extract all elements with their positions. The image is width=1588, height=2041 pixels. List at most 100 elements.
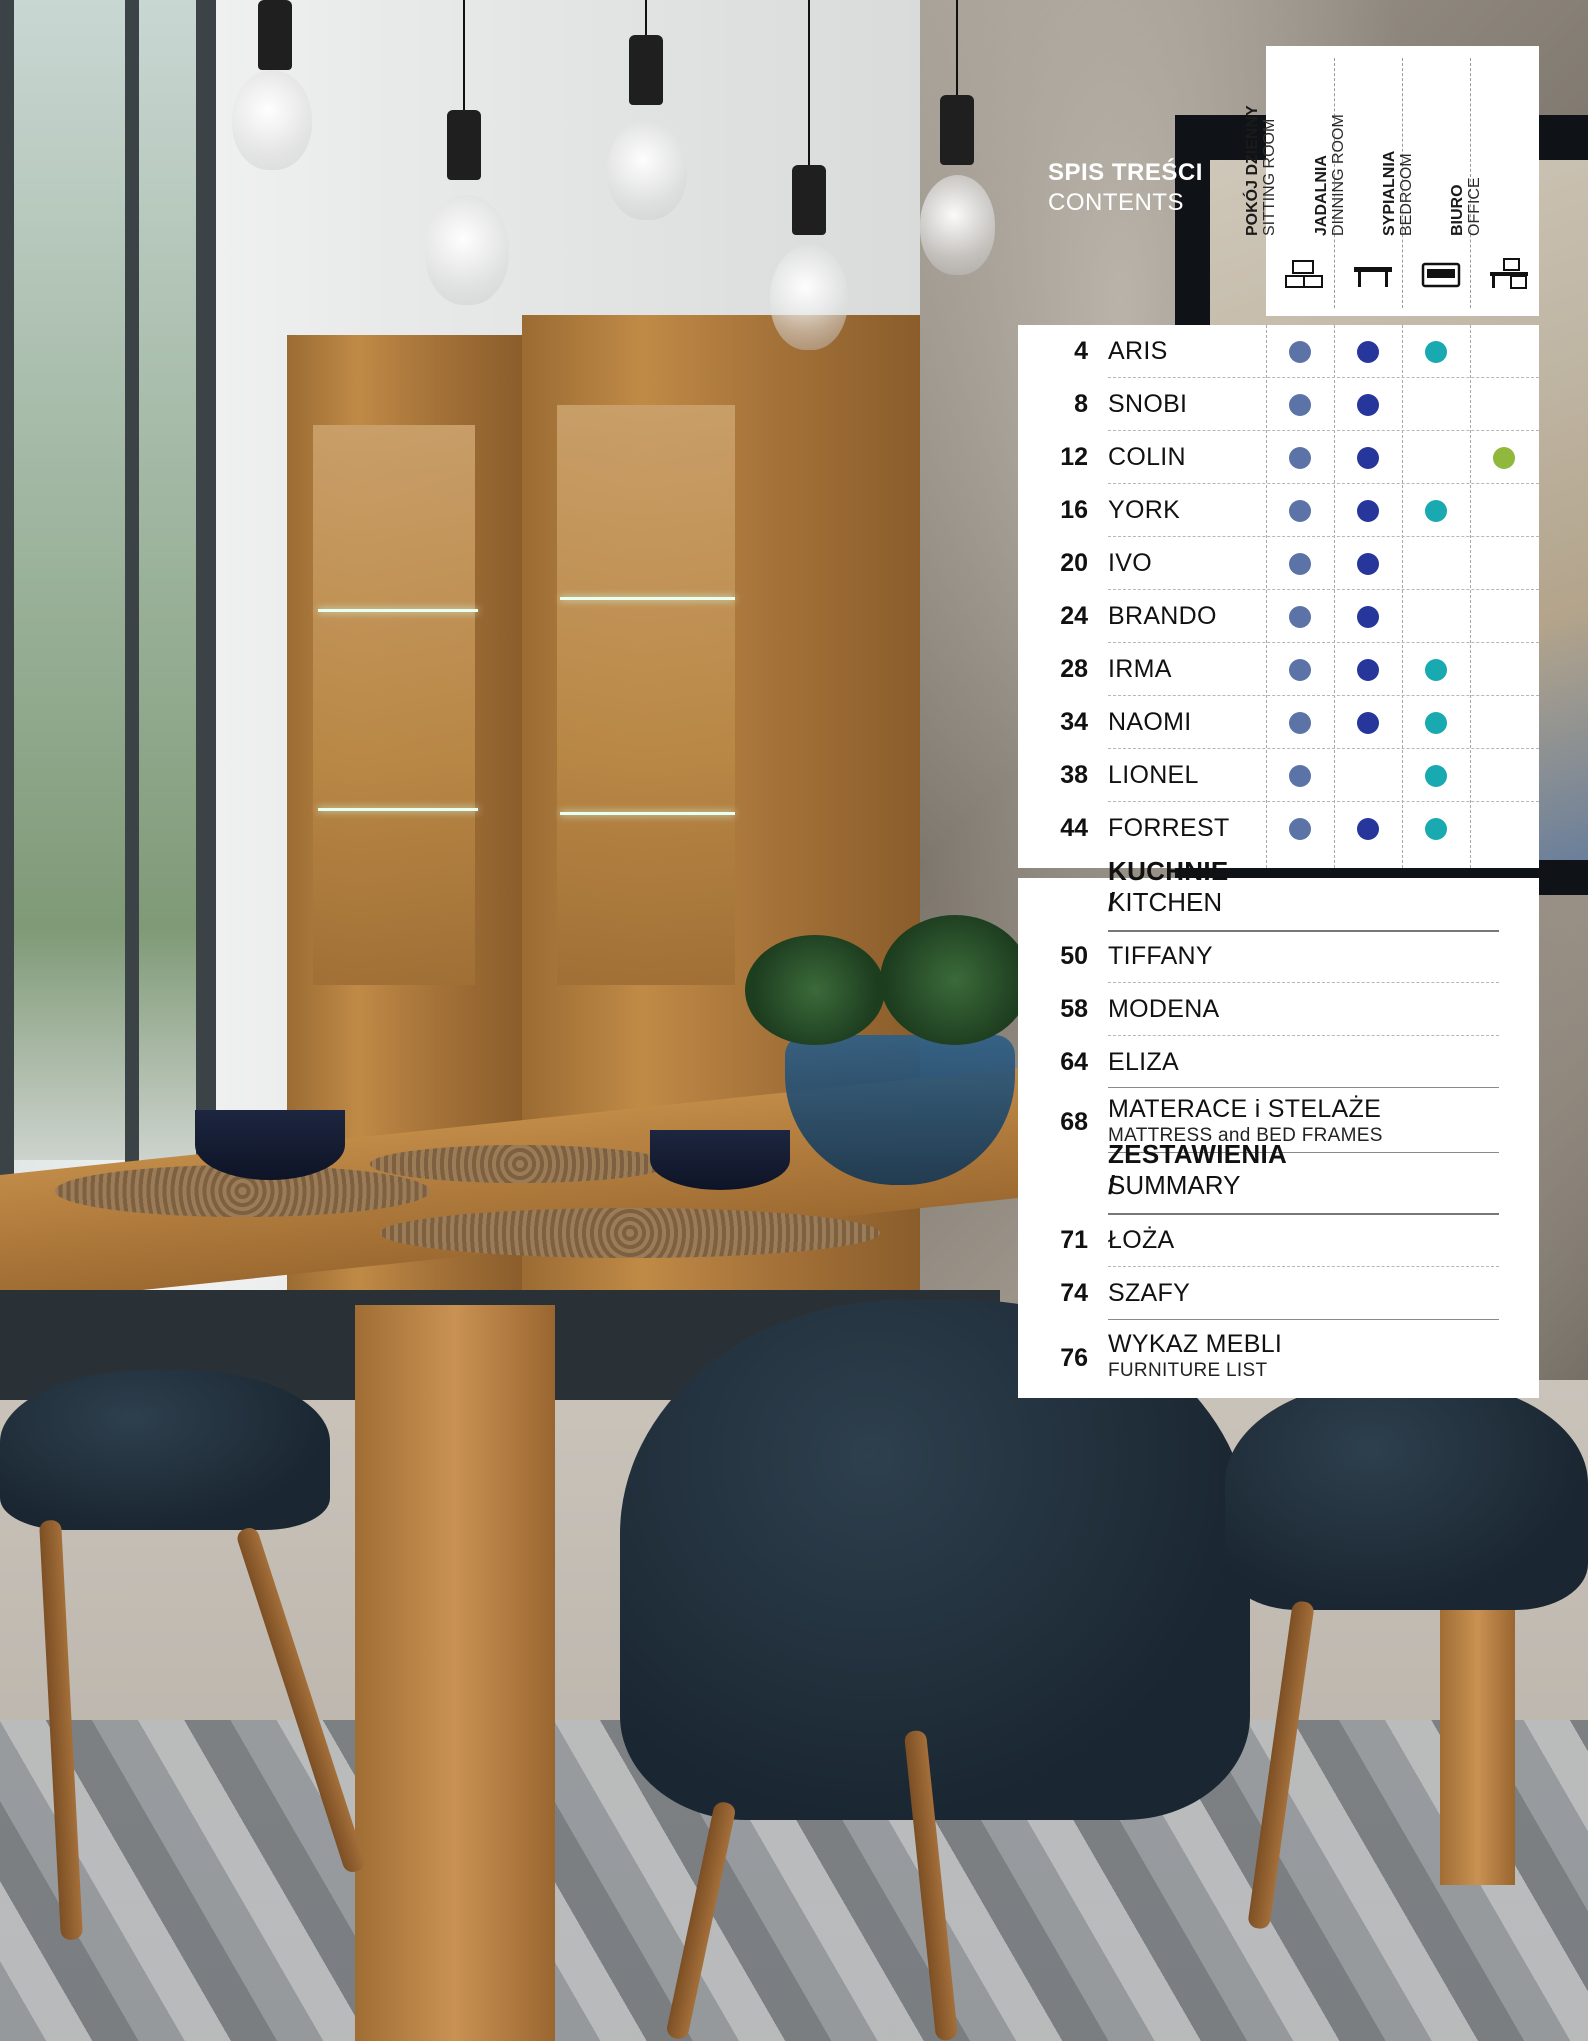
bedroom-dot bbox=[1425, 765, 1447, 787]
plant bbox=[880, 915, 1030, 1045]
page-number: 50 bbox=[1060, 942, 1088, 970]
collection-row[interactable]: 4 ARIS bbox=[1018, 325, 1539, 378]
dinning-room-dot bbox=[1357, 447, 1379, 469]
list-item[interactable]: 64 ELIZA bbox=[1018, 1036, 1539, 1088]
list-item[interactable]: 76 WYKAZ MEBLI FURNITURE LIST bbox=[1018, 1320, 1539, 1390]
collection-name: NAOMI bbox=[1108, 708, 1192, 736]
summary-heading: ZESTAWIENIA / SUMMARY bbox=[1108, 1139, 1499, 1215]
chair-seat bbox=[0, 1370, 330, 1530]
sitting-room-dot bbox=[1289, 712, 1311, 734]
window-frame bbox=[0, 0, 14, 1200]
collections-table: 4 ARIS 8 SNOBI 12 COLIN 16 YORK 20 IVO 24 BRANDO 28 I… bbox=[1018, 325, 1539, 868]
dining-table-icon bbox=[1354, 267, 1392, 287]
list-item[interactable]: 74 SZAFY bbox=[1018, 1267, 1539, 1320]
collection-name: LIONEL bbox=[1108, 761, 1199, 789]
page-number: 34 bbox=[1060, 708, 1088, 736]
page-number: 64 bbox=[1060, 1048, 1088, 1076]
cabinet-glass-door bbox=[313, 425, 475, 985]
sitting-room-dot bbox=[1289, 447, 1311, 469]
page-number: 16 bbox=[1060, 496, 1088, 524]
page-number: 58 bbox=[1060, 995, 1088, 1023]
summary-heading-light: SUMMARY bbox=[1108, 1170, 1241, 1200]
collection-row[interactable]: 12 COLIN bbox=[1018, 431, 1539, 484]
extras-list: KUCHNIE / KITCHEN 50 TIFFANY 58 MODENA 6… bbox=[1018, 856, 1539, 1398]
sitting-room-dot bbox=[1289, 818, 1311, 840]
window-frame bbox=[125, 0, 139, 1200]
item-name: MODENA bbox=[1108, 995, 1220, 1023]
dinning-room-dot bbox=[1357, 341, 1379, 363]
woven-placemat bbox=[370, 1145, 670, 1183]
collection-row[interactable]: 28 IRMA bbox=[1018, 643, 1539, 696]
item-name: SZAFY bbox=[1108, 1279, 1191, 1307]
page-number: 71 bbox=[1060, 1226, 1088, 1254]
page-number: 44 bbox=[1060, 814, 1088, 842]
page-number: 38 bbox=[1060, 761, 1088, 789]
sitting-room-dot bbox=[1289, 659, 1311, 681]
light-bulb bbox=[607, 120, 687, 220]
dinning-room-dot bbox=[1357, 818, 1379, 840]
collection-row[interactable]: 44 FORREST bbox=[1018, 802, 1539, 855]
page-number: 12 bbox=[1060, 443, 1088, 471]
page-number: 76 bbox=[1060, 1344, 1088, 1372]
tv-cabinet-icon bbox=[1285, 260, 1323, 288]
dinning-room-dot bbox=[1357, 712, 1379, 734]
collection-row[interactable]: 8 SNOBI bbox=[1018, 378, 1539, 431]
collection-name: ARIS bbox=[1108, 337, 1168, 365]
item-name: TIFFANY bbox=[1108, 942, 1213, 970]
shelf-light bbox=[318, 808, 478, 811]
kitchen-heading-light: KITCHEN bbox=[1108, 887, 1223, 917]
collection-name: FORREST bbox=[1108, 814, 1230, 842]
list-item[interactable]: 50 TIFFANY bbox=[1018, 930, 1539, 983]
sitting-room-dot bbox=[1289, 553, 1311, 575]
dinning-room-dot bbox=[1357, 553, 1379, 575]
item-name: WYKAZ MEBLI bbox=[1108, 1330, 1283, 1358]
shelf-light bbox=[560, 812, 735, 815]
bulb-cord bbox=[645, 0, 647, 40]
contents-title-en: CONTENTS bbox=[1048, 189, 1184, 216]
plant bbox=[745, 935, 885, 1045]
window bbox=[0, 0, 200, 1160]
woven-placemat bbox=[380, 1208, 880, 1258]
bulb-socket bbox=[447, 110, 481, 180]
light-bulb bbox=[425, 195, 509, 305]
sitting-room-dot bbox=[1289, 606, 1311, 628]
sitting-room-dot bbox=[1289, 341, 1311, 363]
bulb-socket bbox=[629, 35, 663, 105]
dinning-room-dot bbox=[1357, 659, 1379, 681]
collection-row[interactable]: 16 YORK bbox=[1018, 484, 1539, 537]
collection-row[interactable]: 34 NAOMI bbox=[1018, 696, 1539, 749]
category-office: BIURO OFFICE bbox=[1449, 58, 1539, 308]
sitting-room-dot bbox=[1289, 500, 1311, 522]
office-dot bbox=[1493, 447, 1515, 469]
bowl bbox=[195, 1110, 345, 1180]
dinning-room-dot bbox=[1357, 606, 1379, 628]
collection-name: IVO bbox=[1108, 549, 1152, 577]
item-name: MATERACE i STELAŻE bbox=[1108, 1095, 1382, 1123]
category-label: JADALNIA DINNING ROOM bbox=[1313, 114, 1347, 236]
bulb-socket bbox=[792, 165, 826, 235]
dinning-room-dot bbox=[1357, 394, 1379, 416]
collection-name: COLIN bbox=[1108, 443, 1186, 471]
bedroom-dot bbox=[1425, 341, 1447, 363]
shelf-light bbox=[560, 597, 735, 600]
list-item[interactable]: 58 MODENA bbox=[1018, 983, 1539, 1036]
collection-row[interactable]: 20 IVO bbox=[1018, 537, 1539, 590]
category-header: POKÓJ DZIENNY SITTING ROOM JADALNIA DINN… bbox=[1244, 46, 1539, 316]
page-number: 28 bbox=[1060, 655, 1088, 683]
collection-row[interactable]: 24 BRANDO bbox=[1018, 590, 1539, 643]
contents-title: SPIS TREŚCI CONTENTS bbox=[1048, 158, 1203, 218]
list-item[interactable]: 71 ŁOŻA bbox=[1018, 1214, 1539, 1267]
bedroom-dot bbox=[1425, 500, 1447, 522]
collection-name: IRMA bbox=[1108, 655, 1172, 683]
category-label: SYPIALNIA BEDROOM bbox=[1381, 150, 1415, 236]
contents-title-pl: SPIS TREŚCI bbox=[1048, 159, 1203, 186]
shelf-light bbox=[318, 609, 478, 612]
category-label: POKÓJ DZIENNY SITTING ROOM bbox=[1244, 105, 1278, 236]
bedroom-dot bbox=[1425, 712, 1447, 734]
window-frame bbox=[196, 0, 216, 1200]
collection-name: BRANDO bbox=[1108, 602, 1217, 630]
sitting-room-dot bbox=[1289, 394, 1311, 416]
collection-row[interactable]: 38 LIONEL bbox=[1018, 749, 1539, 802]
light-bulb bbox=[770, 245, 848, 350]
bulb-cord bbox=[463, 0, 465, 115]
